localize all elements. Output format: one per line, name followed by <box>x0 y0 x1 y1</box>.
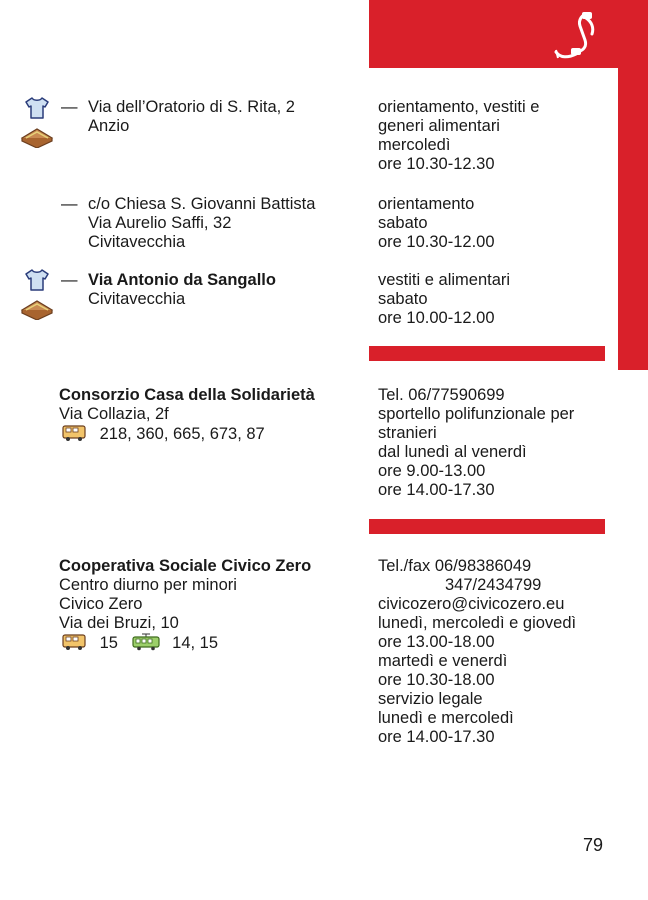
entry-info: orientamento, vestiti e generi alimentar… <box>378 98 539 174</box>
sandwich-icon <box>20 126 54 153</box>
org-line: Via dei Bruzi, 10 <box>59 614 179 632</box>
address-line: Via Antonio da Sangallo <box>88 271 276 289</box>
transport-lines: 15 <box>99 634 118 652</box>
org-block: Cooperativa Sociale Civico Zero Centro d… <box>59 557 311 656</box>
entry-info: vestiti e alimentari sabato ore 10.00-12… <box>378 271 510 328</box>
contact-line: ore 13.00-18.00 <box>378 633 495 651</box>
info-line: ore 10.30-12.00 <box>378 233 495 251</box>
contact-line: dal lunedì al venerdì <box>378 443 527 461</box>
org-contact: Tel./fax 06/98386049 347/2434799 civicoz… <box>378 557 576 747</box>
info-line: generi alimentari <box>378 117 500 135</box>
entry-dash: — <box>61 271 78 289</box>
address-line: Via dell’Oratorio di S. Rita, 2 <box>88 98 295 116</box>
header-red-block <box>369 0 648 68</box>
info-line: ore 10.00-12.00 <box>378 309 495 327</box>
contact-line: ore 14.00-17.30 <box>378 481 495 499</box>
entry-address: Via dell’Oratorio di S. Rita, 2 Anzio <box>88 98 295 136</box>
address-line: Via Aurelio Saffi, 32 <box>88 214 232 232</box>
transport-line: 15 14, 15 <box>59 633 311 656</box>
org-name: Cooperativa Sociale Civico Zero <box>59 557 312 575</box>
telephone-icon <box>552 10 600 67</box>
entry-info: orientamento sabato ore 10.30-12.00 <box>378 195 495 252</box>
entry-dash: — <box>61 195 78 213</box>
sandwich-icon <box>20 298 54 325</box>
contact-line: stranieri <box>378 424 437 442</box>
address-line: Civitavecchia <box>88 290 186 308</box>
address-line: Anzio <box>88 117 130 135</box>
org-line: Via Collazia, 2f <box>59 405 169 423</box>
info-line: mercoledì <box>378 136 451 154</box>
info-line: sabato <box>378 290 428 308</box>
contact-line: sportello polifunzionale per <box>378 405 575 423</box>
tshirt-icon <box>24 97 50 124</box>
contact-line: ore 14.00-17.30 <box>378 728 495 746</box>
bus-icon <box>62 633 86 656</box>
org-line: Centro diurno per minori <box>59 576 237 594</box>
org-contact: Tel. 06/77590699 sportello polifunzional… <box>378 386 574 500</box>
transport-line: 218, 360, 665, 673, 87 <box>59 424 315 447</box>
contact-line: civicozero@civicozero.eu <box>378 595 565 613</box>
org-line: Civico Zero <box>59 595 143 613</box>
address-line: c/o Chiesa S. Giovanni Battista <box>88 195 316 213</box>
contact-line: 347/2434799 <box>445 576 542 594</box>
tshirt-icon <box>24 269 50 296</box>
contact-line: lunedì, mercoledì e giovedì <box>378 614 577 632</box>
section-divider-2 <box>369 519 605 534</box>
contact-line: martedì e venerdì <box>378 652 508 670</box>
section-divider-1 <box>369 346 605 361</box>
contact-line: Tel./fax 06/98386049 <box>378 557 532 575</box>
page-number: 79 <box>583 835 604 855</box>
org-block: Consorzio Casa della Solidarietà Via Col… <box>59 386 315 447</box>
info-line: ore 10.30-12.30 <box>378 155 495 173</box>
tram-icon <box>131 633 160 656</box>
address-line: Civitavecchia <box>88 233 186 251</box>
org-name: Consorzio Casa della Solidarietà <box>59 386 315 404</box>
contact-line: ore 10.30-18.00 <box>378 671 495 689</box>
entry-address: Via Antonio da Sangallo Civitavecchia <box>88 271 276 309</box>
bus-icon <box>62 424 86 447</box>
contact-line: Tel. 06/77590699 <box>378 386 505 404</box>
contact-line: servizio legale <box>378 690 483 708</box>
info-line: vestiti e alimentari <box>378 271 511 289</box>
info-line: sabato <box>378 214 428 232</box>
transport-lines: 218, 360, 665, 673, 87 <box>99 425 265 443</box>
transport-lines: 14, 15 <box>172 634 219 652</box>
entry-dash: — <box>61 98 78 116</box>
contact-line: ore 9.00-13.00 <box>378 462 486 480</box>
right-edge-red-bar <box>618 68 648 370</box>
info-line: orientamento, vestiti e <box>378 98 540 116</box>
contact-line: lunedì e mercoledì <box>378 709 514 727</box>
entry-address: c/o Chiesa S. Giovanni Battista Via Aure… <box>88 195 315 252</box>
info-line: orientamento <box>378 195 475 213</box>
